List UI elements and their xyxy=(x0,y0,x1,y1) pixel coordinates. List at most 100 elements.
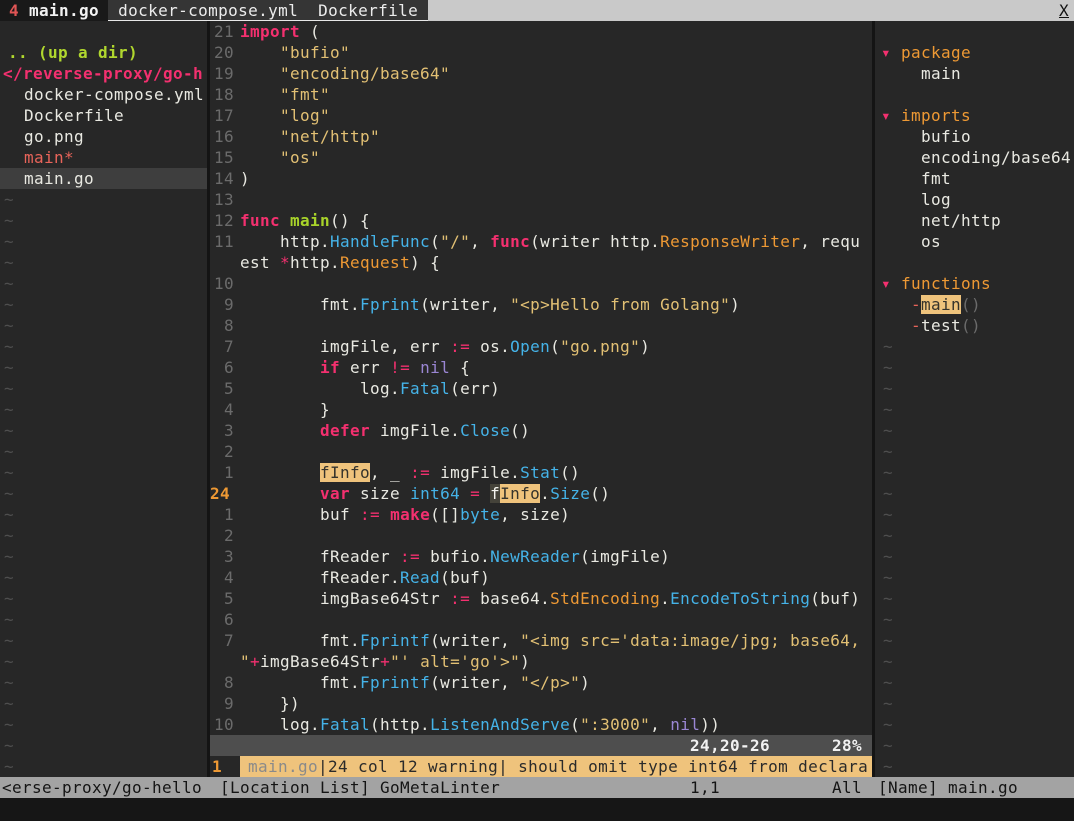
tree-item-label: docker-compose.yml xyxy=(24,85,205,104)
tree-item-label: </reverse-proxy/go-h xyxy=(3,64,204,83)
tree-item[interactable]: docker-compose.yml xyxy=(0,84,207,105)
close-icon[interactable]: X xyxy=(1053,0,1074,21)
line-number: 20 xyxy=(213,43,234,62)
line-text: fInfo, _ := imgFile.Stat() xyxy=(320,463,581,482)
line-number: 8 xyxy=(223,316,234,335)
line-number: 5 xyxy=(223,379,234,398)
line-text: "encoding/base64" xyxy=(280,64,451,83)
code-line[interactable]: 10 log.Fatal(http.ListenAndServe(":3000"… xyxy=(210,714,872,735)
tab-docker-compose[interactable]: docker-compose.yml xyxy=(118,1,298,20)
loclist-cursor-position: 1,1 xyxy=(689,778,720,797)
empty-line-tilde: ~ xyxy=(4,253,15,272)
line-number: 6 xyxy=(223,358,234,377)
code-line[interactable]: 15 "os" xyxy=(210,147,872,168)
line-text: "bufio" xyxy=(280,43,351,62)
tree-item-selected[interactable]: main.go xyxy=(0,168,207,189)
code-line[interactable]: 12 func main() { xyxy=(210,210,872,231)
code-line[interactable]: 2 xyxy=(210,525,872,546)
code-line[interactable]: 4 fReader.Read(buf) xyxy=(210,567,872,588)
empty-line-tilde: ~ xyxy=(883,631,894,650)
empty-line-tilde: ~ xyxy=(4,295,15,314)
tagbar-entry[interactable]: os xyxy=(875,231,1074,252)
tagbar-entry[interactable]: ▾ imports xyxy=(875,105,1074,126)
line-number: 9 xyxy=(223,694,234,713)
line-number: 3 xyxy=(223,547,234,566)
line-number xyxy=(210,252,234,273)
tagbar-entry[interactable]: encoding/base64 xyxy=(875,147,1074,168)
line-text: fmt.Fprintf(writer, "<img src='data:imag… xyxy=(240,631,861,650)
code-line[interactable]: 3 fReader := bufio.NewReader(imgFile) xyxy=(210,546,872,567)
code-line[interactable]: 6 xyxy=(210,609,872,630)
empty-line-tilde: ~ xyxy=(883,442,894,461)
code-line[interactable]: 2 xyxy=(210,441,872,462)
nerdtree-window: .. (up a dir) </reverse-proxy/go-h docker-… xyxy=(0,21,207,777)
line-number: 13 xyxy=(213,190,234,209)
line-text: imgBase64Str := base64.StdEncoding.Encod… xyxy=(240,589,861,608)
line-text: est *http.Request) { xyxy=(240,253,441,272)
empty-line-tilde: ~ xyxy=(4,421,15,440)
code-line[interactable]: 5 log.Fatal(err) xyxy=(210,378,872,399)
empty-line-tilde: ~ xyxy=(883,379,894,398)
line-text xyxy=(234,441,872,462)
tagbar-entry[interactable]: fmt xyxy=(875,168,1074,189)
tab-dockerfile[interactable]: Dockerfile xyxy=(318,1,418,20)
code-line[interactable]: 3 defer imgFile.Close() xyxy=(210,420,872,441)
code-line[interactable]: 14) xyxy=(210,168,872,189)
code-line[interactable]: 8 xyxy=(210,315,872,336)
code-line[interactable]: 13 xyxy=(210,189,872,210)
empty-line-tilde: ~ xyxy=(4,610,15,629)
code-line[interactable]: 1 buf := make([]byte, size) xyxy=(210,504,872,525)
tagbar-entry[interactable]: net/http xyxy=(875,210,1074,231)
code-line[interactable]: 16 "net/http" xyxy=(210,126,872,147)
code-line[interactable]: "+imgBase64Str+"' alt='go'>") xyxy=(210,651,872,672)
tagbar-entry[interactable]: bufio xyxy=(875,126,1074,147)
code-line[interactable]: 5 imgBase64Str := base64.StdEncoding.Enc… xyxy=(210,588,872,609)
line-number: 16 xyxy=(213,127,234,146)
line-text: var size int64 = fInfo.Size() xyxy=(320,484,611,503)
line-text: func main() { xyxy=(240,211,371,230)
tagbar-window: ▾ package main ▾ imports bufio encoding/b… xyxy=(875,21,1074,777)
code-line-current[interactable]: 24 var size int64 = fInfo.Size() xyxy=(210,483,872,504)
tab-main-go[interactable]: 4 main.go xyxy=(0,0,109,21)
empty-line-tilde: ~ xyxy=(883,484,894,503)
code-line[interactable]: 8 fmt.Fprintf(writer, "</p>") xyxy=(210,672,872,693)
code-line[interactable]: 9 fmt.Fprint(writer, "<p>Hello from Gola… xyxy=(210,294,872,315)
code-line[interactable]: 9 }) xyxy=(210,693,872,714)
code-line[interactable]: 1 fInfo, _ := imgFile.Stat() xyxy=(210,462,872,483)
line-number: 6 xyxy=(223,610,234,629)
tree-item[interactable]: main* xyxy=(0,147,207,168)
line-text: } xyxy=(240,400,331,419)
empty-line-tilde: ~ xyxy=(883,547,894,566)
tagbar-entry[interactable]: -main() xyxy=(875,294,1074,315)
code-line[interactable]: 7 imgFile, err := os.Open("go.png") xyxy=(210,336,872,357)
tagbar-entry[interactable]: log xyxy=(875,189,1074,210)
tree-item[interactable]: .. (up a dir) xyxy=(0,42,207,63)
code-line[interactable]: 19 "encoding/base64" xyxy=(210,63,872,84)
tree-item[interactable]: </reverse-proxy/go-h xyxy=(0,63,207,84)
code-line[interactable]: 4 } xyxy=(210,399,872,420)
code-line[interactable]: 11 http.HandleFunc("/", func(writer http… xyxy=(210,231,872,252)
empty-line-tilde: ~ xyxy=(4,505,15,524)
tree-item[interactable]: Dockerfile xyxy=(0,105,207,126)
location-list-entry[interactable]: 1 main.go|24 col 12 warning| should omit… xyxy=(210,756,872,777)
tree-item-label: main.go xyxy=(24,169,95,188)
tagbar-entry[interactable]: ▾ functions xyxy=(875,273,1074,294)
line-text: imgFile, err := os.Open("go.png") xyxy=(240,337,651,356)
tagbar-entry[interactable]: -test() xyxy=(875,315,1074,336)
code-line[interactable]: 17 "log" xyxy=(210,105,872,126)
code-line[interactable]: est *http.Request) { xyxy=(210,252,872,273)
statusline-nerdtree: <erse-proxy/go-hello xyxy=(2,778,203,797)
tagbar-entry[interactable]: main xyxy=(875,63,1074,84)
code-line[interactable]: 6 if err != nil { xyxy=(210,357,872,378)
code-line[interactable]: 20 "bufio" xyxy=(210,42,872,63)
code-line[interactable]: 21 import ( xyxy=(210,21,872,42)
empty-line-tilde: ~ xyxy=(4,631,15,650)
tagbar-entry[interactable]: ▾ package xyxy=(875,42,1074,63)
empty-line-tilde: ~ xyxy=(883,673,894,692)
line-text xyxy=(234,189,872,210)
code-line[interactable]: 10 xyxy=(210,273,872,294)
code-line[interactable]: 7 fmt.Fprintf(writer, "<img src='data:im… xyxy=(210,630,872,651)
tree-item[interactable]: go.png xyxy=(0,126,207,147)
code-line[interactable]: 18 "fmt" xyxy=(210,84,872,105)
empty-line-tilde: ~ xyxy=(4,358,15,377)
